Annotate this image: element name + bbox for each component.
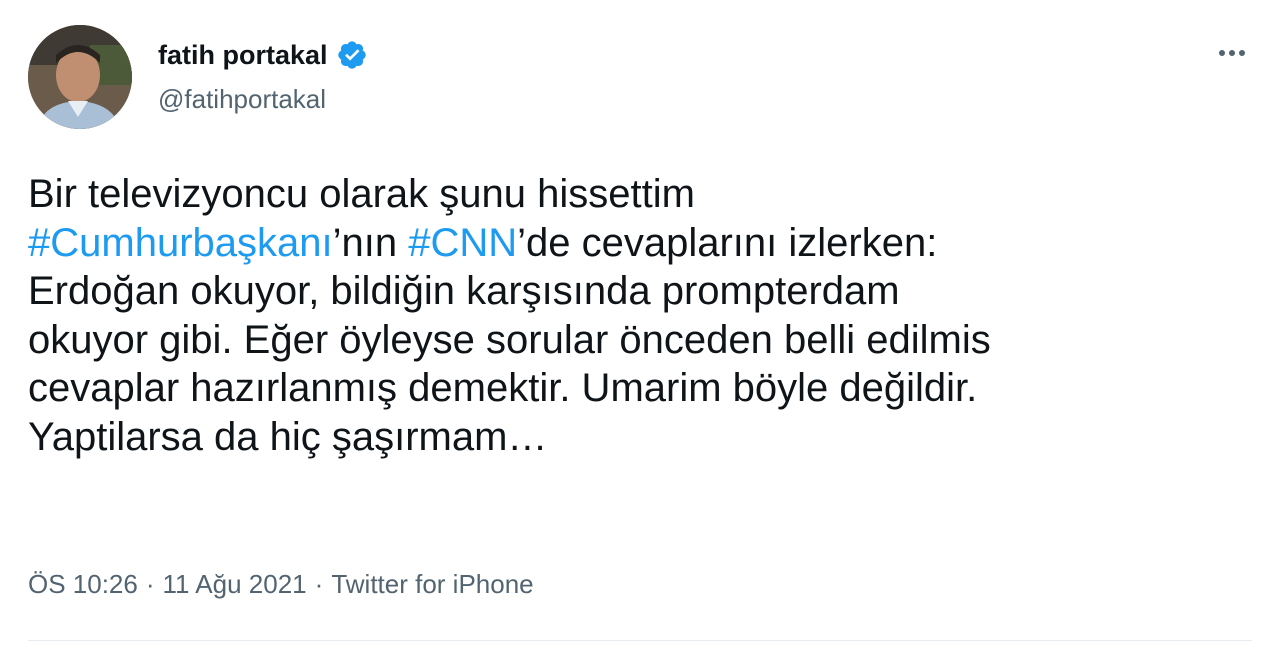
avatar-image [28,25,132,129]
verified-badge-icon [336,39,368,71]
author-display-name[interactable]: fatih portakal [158,38,328,72]
tweet-text-line: okuyor gibi. Eğer öyleyse sorular öncede… [28,316,1258,365]
tweet-time[interactable]: ÖS 10:26 [28,569,138,599]
hashtag-link[interactable]: #Cumhurbaşkanı [28,221,333,265]
author-handle[interactable]: @fatihportakal [158,82,326,116]
tweet-text-line: Yaptilarsa da hiç şaşırmam… [28,413,1258,462]
author-name-row: fatih portakal [158,38,368,72]
avatar[interactable] [28,25,132,129]
meta-separator: · [314,569,324,599]
tweet-text-segment: ’nın [332,220,409,265]
tweet-text-segment: Bir televizyoncu olarak şunu hissettim [28,172,695,216]
tweet-text-segment: Yaptilarsa da hiç şaşırmam… [28,414,548,459]
more-horizontal-icon [1239,50,1245,56]
more-options-button[interactable] [1212,36,1252,70]
tweet-text-line: cevaplar hazırlanmış demektir. Umarim bö… [28,364,1258,413]
hashtag-link[interactable]: #CNN [408,221,517,265]
tweet-text-line: Bir televizyoncu olarak şunu hissettim [28,170,1258,219]
tweet-text-line: Erdoğan okuyor, bildiğin karşısında prom… [28,267,1258,316]
tweet-text-segment: Erdoğan okuyor, bildiğin karşısında prom… [28,269,900,314]
tweet-text-line: #Cumhurbaşkanı’nın #CNN’de cevaplarını i… [28,219,1258,268]
tweet-text-segment: ’de cevaplarını izlerken: [517,220,938,265]
tweet-text-segment: cevaplar hazırlanmış demektir. Umarim bö… [28,366,978,411]
divider [28,640,1252,641]
tweet-meta: ÖS 10:26 · 11 Ağu 2021 · Twitter for iPhone [28,566,534,602]
meta-separator: · [145,569,155,599]
more-horizontal-icon [1219,50,1225,56]
tweet-text-segment: okuyor gibi. Eğer öyleyse sorular öncede… [28,317,991,362]
tweet-text: Bir televizyoncu olarak şunu hissettim #C… [28,170,1258,462]
tweet-source[interactable]: Twitter for iPhone [331,569,533,599]
tweet-card: fatih portakal @fatihportakal Bir televi… [0,0,1280,649]
tweet-date[interactable]: 11 Ağu 2021 [163,569,307,599]
more-horizontal-icon [1229,50,1235,56]
